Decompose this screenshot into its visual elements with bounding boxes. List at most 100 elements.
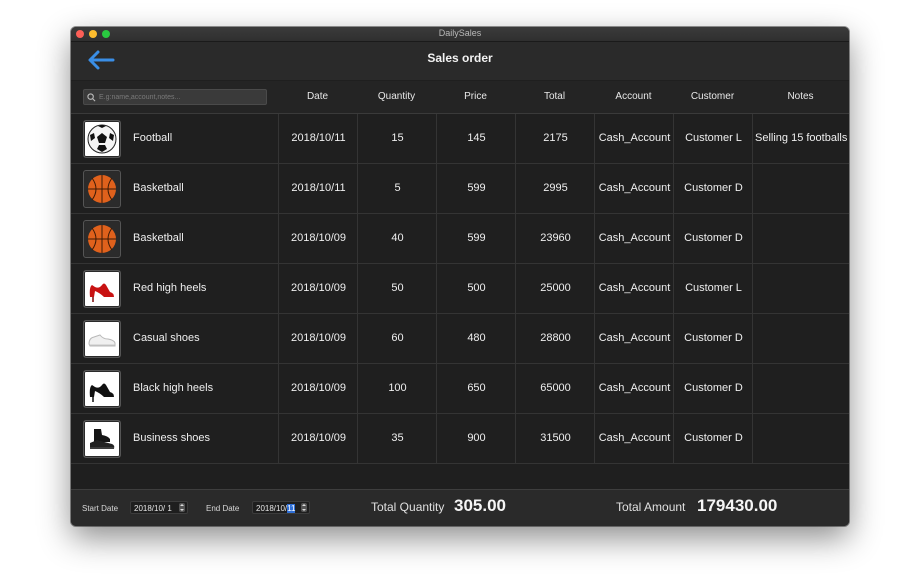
end-date-picker[interactable]: 2018/10/11 bbox=[252, 501, 310, 514]
search-icon bbox=[87, 92, 96, 101]
notes-cell: Selling 15 footballs bbox=[752, 114, 849, 163]
customer-cell: Customer D bbox=[673, 314, 753, 363]
column-header-price[interactable]: Price bbox=[436, 91, 515, 102]
product-name: Football bbox=[133, 132, 173, 144]
total-cell: 28800 bbox=[515, 314, 595, 363]
notes-cell bbox=[752, 164, 849, 213]
product-thumbnail bbox=[83, 270, 121, 308]
product-thumbnail bbox=[83, 320, 121, 358]
column-header-date[interactable]: Date bbox=[278, 91, 357, 102]
product-thumbnail bbox=[83, 220, 121, 258]
page-title: Sales order bbox=[427, 51, 493, 65]
notes-cell bbox=[752, 314, 849, 363]
total-quantity-label: Total Quantity bbox=[371, 500, 445, 514]
price-cell: 599 bbox=[436, 214, 516, 263]
price-cell: 480 bbox=[436, 314, 516, 363]
customer-cell: Customer L bbox=[673, 264, 753, 313]
table-row[interactable]: Red high heels 2018/10/09 50 500 25000 C… bbox=[71, 264, 849, 314]
total-quantity-value: 305.00 bbox=[454, 496, 506, 515]
date-cell: 2018/10/09 bbox=[278, 364, 358, 413]
price-cell: 145 bbox=[436, 114, 516, 163]
table-row[interactable]: Black high heels 2018/10/09 100 650 6500… bbox=[71, 364, 849, 414]
column-header-account[interactable]: Account bbox=[594, 91, 673, 102]
quantity-cell: 5 bbox=[357, 164, 437, 213]
account-cell: Cash_Account bbox=[594, 364, 674, 413]
black-high-heel-icon bbox=[89, 383, 114, 402]
price-cell: 500 bbox=[436, 264, 516, 313]
column-header-quantity[interactable]: Quantity bbox=[357, 91, 436, 102]
notes-cell bbox=[752, 214, 849, 263]
notes-cell bbox=[752, 264, 849, 313]
start-date-stepper[interactable] bbox=[179, 503, 185, 512]
casual-shoe-icon bbox=[88, 334, 116, 347]
date-cell: 2018/10/09 bbox=[278, 414, 358, 463]
date-cell: 2018/10/11 bbox=[278, 164, 358, 213]
customer-cell: Customer D bbox=[673, 364, 753, 413]
total-amount-label: Total Amount bbox=[616, 500, 686, 514]
table-row[interactable]: Casual shoes 2018/10/09 60 480 28800 Cas… bbox=[71, 314, 849, 364]
start-date-prefix: 2018/10/ bbox=[134, 504, 166, 513]
quantity-cell: 35 bbox=[357, 414, 437, 463]
end-date-label: End Date bbox=[206, 504, 240, 513]
product-name: Casual shoes bbox=[133, 332, 200, 344]
basketball-icon bbox=[88, 225, 116, 253]
total-cell: 31500 bbox=[515, 414, 595, 463]
account-cell: Cash_Account bbox=[594, 214, 674, 263]
product-thumbnail bbox=[83, 120, 121, 158]
quantity-cell: 60 bbox=[357, 314, 437, 363]
product-name: Business shoes bbox=[133, 432, 211, 444]
product-thumbnail bbox=[83, 170, 121, 208]
football-icon bbox=[87, 124, 117, 154]
toolbar: Sales order bbox=[71, 42, 849, 80]
customer-cell: Customer D bbox=[673, 164, 753, 213]
price-cell: 599 bbox=[436, 164, 516, 213]
table-row[interactable]: Basketball 2018/10/09 40 599 23960 Cash_… bbox=[71, 214, 849, 264]
total-cell: 65000 bbox=[515, 364, 595, 413]
date-cell: 2018/10/09 bbox=[278, 314, 358, 363]
column-header-customer[interactable]: Customer bbox=[673, 91, 752, 102]
customer-cell: Customer D bbox=[673, 414, 753, 463]
title-bar: DailySales bbox=[71, 27, 849, 42]
end-date-stepper[interactable] bbox=[301, 503, 307, 512]
customer-cell: Customer D bbox=[673, 214, 753, 263]
quantity-cell: 15 bbox=[357, 114, 437, 163]
customer-cell: Customer L bbox=[673, 114, 753, 163]
start-date-day: 1 bbox=[165, 504, 172, 513]
table-row[interactable]: Business shoes 2018/10/09 35 900 31500 C… bbox=[71, 414, 849, 464]
end-date-prefix: 2018/10/ bbox=[256, 504, 288, 513]
search-field[interactable] bbox=[83, 89, 267, 105]
table-row[interactable]: Basketball 2018/10/11 5 599 2995 Cash_Ac… bbox=[71, 164, 849, 214]
total-cell: 23960 bbox=[515, 214, 595, 263]
column-header-total[interactable]: Total bbox=[515, 91, 594, 102]
app-window: DailySales Sales order Date Quantity Pri… bbox=[71, 27, 849, 526]
total-cell: 2175 bbox=[515, 114, 595, 163]
account-cell: Cash_Account bbox=[594, 314, 674, 363]
start-date-picker[interactable]: 2018/10/ 1 bbox=[130, 501, 188, 514]
window-title: DailySales bbox=[438, 28, 482, 38]
product-name: Red high heels bbox=[133, 282, 207, 294]
quantity-cell: 50 bbox=[357, 264, 437, 313]
product-thumbnail bbox=[83, 420, 121, 458]
basketball-icon bbox=[88, 175, 116, 203]
total-cell: 2995 bbox=[515, 164, 595, 213]
start-date-label: Start Date bbox=[82, 504, 119, 513]
account-cell: Cash_Account bbox=[594, 114, 674, 163]
price-cell: 900 bbox=[436, 414, 516, 463]
product-name: Black high heels bbox=[133, 382, 214, 394]
product-name: Basketball bbox=[133, 232, 184, 244]
quantity-cell: 40 bbox=[357, 214, 437, 263]
product-thumbnail bbox=[83, 370, 121, 408]
table-header: Date Quantity Price Total Account Custom… bbox=[71, 81, 849, 114]
search-input[interactable] bbox=[99, 91, 266, 103]
account-cell: Cash_Account bbox=[594, 164, 674, 213]
date-cell: 2018/10/09 bbox=[278, 214, 358, 263]
table-row[interactable]: Football 2018/10/11 15 145 2175 Cash_Acc… bbox=[71, 114, 849, 164]
quantity-cell: 100 bbox=[357, 364, 437, 413]
total-amount-value: 179430.00 bbox=[697, 496, 778, 515]
column-header-notes[interactable]: Notes bbox=[752, 91, 849, 102]
business-shoe-icon bbox=[90, 429, 115, 449]
account-cell: Cash_Account bbox=[594, 264, 674, 313]
price-cell: 650 bbox=[436, 364, 516, 413]
notes-cell bbox=[752, 414, 849, 463]
red-high-heel-icon bbox=[89, 283, 114, 302]
